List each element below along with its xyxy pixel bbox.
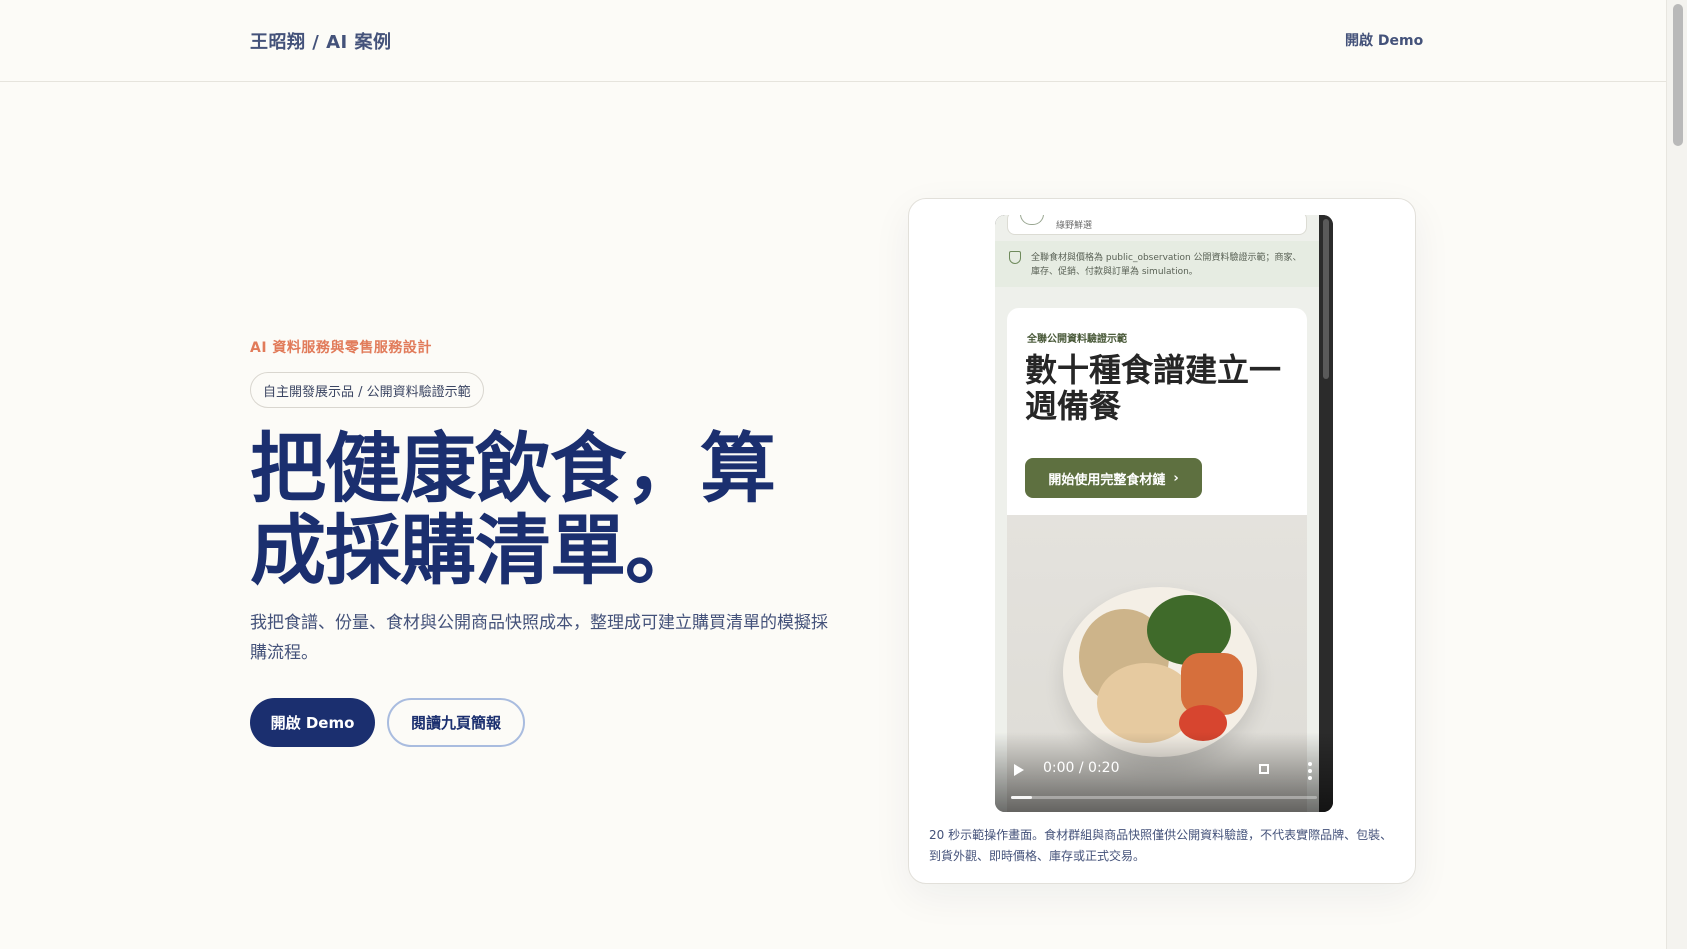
nav-open-demo-link[interactable]: 開啟 Demo	[1345, 30, 1423, 50]
hero-headline: 把健康飲食，算成採購清單。	[250, 424, 776, 595]
video-time: 0:00 / 0:20	[1043, 760, 1120, 776]
video-cta-button: 開始使用完整食材鏈 ›	[1025, 458, 1202, 498]
video-inner-scrollbar	[1319, 215, 1333, 812]
hero-tag-chip: 自主開發展示品 / 公開資料驗證示範	[250, 372, 484, 408]
store-logo-icon	[1020, 215, 1044, 225]
play-icon[interactable]	[1014, 764, 1024, 776]
read-deck-button[interactable]: 閱讀九頁簡報	[387, 698, 525, 747]
chevron-right-icon: ›	[1173, 470, 1179, 486]
video-controls: 0:00 / 0:20	[995, 732, 1333, 812]
video-caption: 20 秒示範操作畫面。食材群組與商品快照僅供公開資料驗證，不代表實際品牌、包裝、…	[929, 828, 1393, 863]
demo-video-player[interactable]: 綠野鮮選 全聯食材與價格為 public_observation 公開資料驗證示…	[995, 215, 1333, 812]
shield-check-icon	[1009, 251, 1021, 264]
top-nav: 王昭翔 / AI 案例 開啟 Demo	[0, 0, 1667, 82]
open-demo-button[interactable]: 開啟 Demo	[250, 698, 375, 747]
video-store-name: 綠野鮮選	[1056, 221, 1093, 231]
demo-media-card: 綠野鮮選 全聯食材與價格為 public_observation 公開資料驗證示…	[908, 198, 1416, 884]
video-progress-bar[interactable]	[1011, 796, 1317, 799]
more-vertical-icon[interactable]	[1308, 762, 1312, 783]
video-title: 數十種食譜建立一週備餐	[1025, 351, 1282, 425]
video-notice-text: 全聯食材與價格為 public_observation 公開資料驗證示範；商家、…	[1031, 253, 1302, 277]
video-inner-scrollbar-thumb	[1323, 219, 1329, 379]
video-progress-fill	[1011, 796, 1033, 799]
hero-eyebrow: AI 資料服務與零售服務設計	[250, 340, 432, 356]
video-kicker: 全聯公開資料驗證示範	[1027, 334, 1127, 345]
page-scrollbar[interactable]	[1666, 0, 1687, 949]
hero-lead: 我把食譜、份量、食材與公開商品快照成本，整理成可建立購買清單的模擬採購流程。	[250, 613, 828, 663]
video-notice-banner: 全聯食材與價格為 public_observation 公開資料驗證示範；商家、…	[995, 241, 1319, 287]
video-store-card: 綠野鮮選	[1007, 215, 1307, 235]
video-cta-label: 開始使用完整食材鏈	[1048, 472, 1166, 488]
page-scrollbar-thumb[interactable]	[1673, 4, 1683, 146]
video-frame: 綠野鮮選 全聯食材與價格為 public_observation 公開資料驗證示…	[995, 215, 1319, 812]
site-brand[interactable]: 王昭翔 / AI 案例	[250, 28, 392, 54]
fullscreen-icon[interactable]	[1259, 764, 1269, 774]
